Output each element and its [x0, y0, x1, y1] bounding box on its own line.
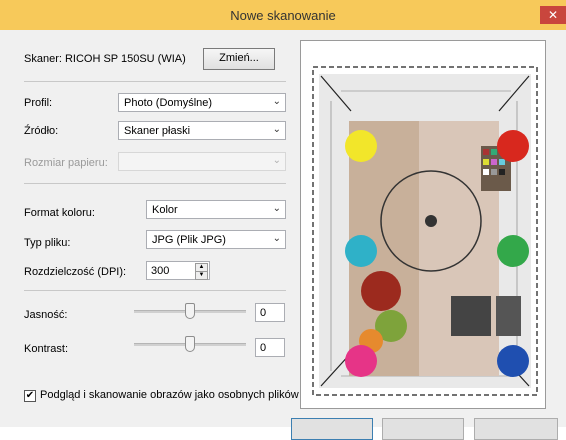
color-format-label: Format koloru:: [24, 207, 95, 219]
resolution-value: 300: [151, 265, 170, 277]
resolution-label: Rozdzielczość (DPI):: [24, 266, 127, 278]
paper-size-select: ⌄: [118, 152, 286, 171]
profile-select[interactable]: Photo (Domyślne) ⌄: [118, 93, 286, 112]
separate-files-label[interactable]: Podgląd i skanowanie obrazów jako osobny…: [40, 389, 299, 401]
change-scanner-button[interactable]: Zmień...: [203, 48, 275, 70]
contrast-slider-thumb[interactable]: [185, 336, 195, 352]
contrast-label: Kontrast:: [24, 343, 69, 355]
window-title: Nowe skanowanie: [230, 8, 336, 23]
source-value: Skaner płaski: [124, 125, 191, 137]
scan-preview[interactable]: [300, 40, 546, 409]
separate-files-checkbox[interactable]: ✔: [24, 390, 36, 402]
profile-label: Profil:: [24, 97, 53, 109]
profile-value: Photo (Domyślne): [124, 97, 213, 109]
file-type-select[interactable]: JPG (Plik JPG) ⌄: [146, 230, 286, 249]
separator: [24, 290, 286, 291]
color-format-value: Kolor: [152, 204, 178, 216]
brightness-slider-thumb[interactable]: [185, 303, 195, 319]
preview-button[interactable]: [291, 418, 373, 440]
brightness-label: Jasność:: [24, 309, 68, 321]
separator: [24, 81, 286, 82]
contrast-input[interactable]: 0: [255, 338, 285, 357]
check-icon: ✔: [25, 390, 35, 401]
scan-dialog: Skaner: RICOH SP 150SU (WIA) Zmień... Pr…: [0, 30, 566, 440]
chevron-down-icon: ⌄: [272, 155, 281, 166]
preview-image: [301, 41, 545, 408]
source-label: Źródło:: [24, 125, 59, 137]
close-icon[interactable]: ✕: [540, 6, 566, 24]
chevron-down-icon: ⌄: [272, 233, 281, 244]
chevron-down-icon: ⌄: [272, 124, 281, 135]
brightness-value: 0: [260, 307, 267, 319]
title-bar: Nowe skanowanie ✕: [0, 0, 566, 31]
scan-button[interactable]: [382, 418, 464, 440]
cancel-button[interactable]: [474, 418, 558, 440]
resolution-spinbox[interactable]: 300 ▲ ▼: [146, 261, 210, 280]
color-format-select[interactable]: Kolor ⌄: [146, 200, 286, 219]
file-type-value: JPG (Plik JPG): [152, 234, 226, 246]
paper-size-label: Rozmiar papieru:: [24, 157, 108, 169]
brightness-input[interactable]: 0: [255, 303, 285, 322]
separator: [24, 183, 286, 184]
source-select[interactable]: Skaner płaski ⌄: [118, 121, 286, 140]
file-type-label: Typ pliku:: [24, 237, 71, 249]
chevron-down-icon: ⌄: [272, 203, 281, 214]
contrast-value: 0: [260, 342, 267, 354]
down-arrow-icon[interactable]: ▼: [195, 271, 208, 280]
scanner-label: Skaner: RICOH SP 150SU (WIA): [24, 53, 186, 65]
chevron-down-icon: ⌄: [272, 96, 281, 107]
